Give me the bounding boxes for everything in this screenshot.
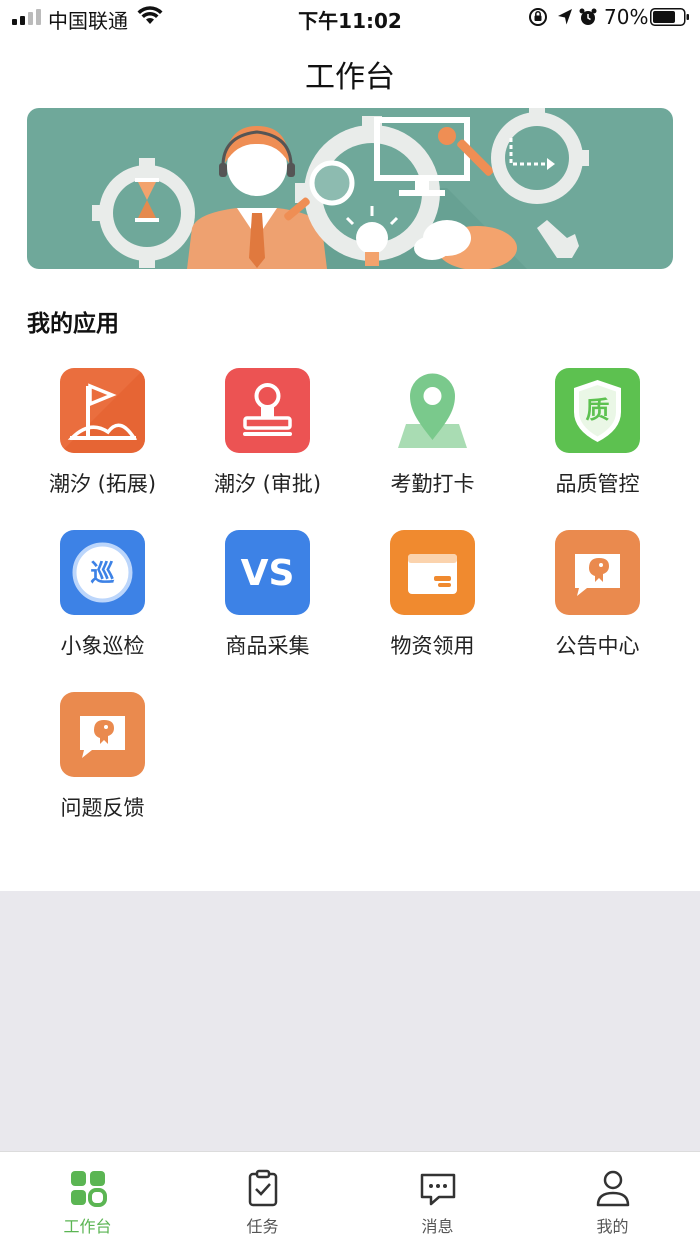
app-quality-control[interactable]: 质 品质管控	[515, 368, 680, 518]
wallet-box-icon	[390, 530, 475, 615]
tab-label: 消息	[421, 1217, 454, 1236]
app-feedback[interactable]: 问题反馈	[20, 692, 185, 842]
app-label: 品质管控	[555, 472, 640, 496]
gear-icon	[491, 108, 589, 204]
tab-label: 我的	[596, 1217, 629, 1236]
app-label: 潮汐 (拓展)	[48, 472, 157, 496]
app-label: 潮汐 (审批)	[213, 472, 322, 496]
status-indicators	[529, 8, 597, 26]
section-title-my-apps: 我的应用	[27, 311, 119, 337]
quality-shield-icon: 质	[555, 368, 640, 453]
rotation-lock-icon	[529, 8, 547, 26]
stamp-icon	[225, 368, 310, 453]
tab-tasks[interactable]: 任务	[175, 1152, 350, 1244]
dashboard-icon	[71, 1171, 107, 1207]
patrol-badge-text: 巡	[91, 559, 115, 587]
chat-bubble-icon	[420, 1173, 456, 1206]
battery-percent: 70%	[604, 5, 649, 29]
tab-mine[interactable]: 我的	[525, 1152, 700, 1244]
app-chaoxi-expand[interactable]: 潮汐 (拓展)	[20, 368, 185, 518]
hero-banner[interactable]	[27, 108, 673, 269]
page-title: 工作台	[305, 60, 395, 95]
location-arrow-icon	[558, 9, 572, 25]
vs-badge-text: VS	[241, 553, 295, 594]
patrol-icon: 巡	[60, 530, 145, 615]
flag-icon	[60, 368, 145, 453]
app-elephant-patrol[interactable]: 巡 小象巡检	[20, 530, 185, 680]
status-bar: 中国联通 下午11:02 70%	[0, 0, 700, 36]
app-label: 商品采集	[225, 634, 310, 658]
pointer-hand-icon	[537, 220, 579, 258]
app-attendance-checkin[interactable]: 考勤打卡	[350, 368, 515, 518]
banner-illustration	[92, 108, 589, 269]
elephant-message-icon	[555, 530, 640, 615]
app-label: 考勤打卡	[390, 472, 475, 496]
clipboard-check-icon	[248, 1169, 278, 1207]
bottom-tab-bar: 工作台 任务 消息 我的	[0, 1151, 700, 1244]
app-chaoxi-approval[interactable]: 潮汐 (审批)	[185, 368, 350, 518]
location-pin-icon	[390, 368, 475, 453]
tab-label: 任务	[246, 1217, 279, 1236]
elephant-message-icon	[60, 692, 145, 777]
app-material-requisition[interactable]: 物资领用	[350, 530, 515, 680]
app-label: 公告中心	[555, 634, 640, 658]
battery-icon	[650, 8, 689, 26]
tab-messages[interactable]: 消息	[350, 1152, 525, 1244]
empty-background-area	[0, 891, 700, 1151]
tab-label: 工作台	[63, 1217, 112, 1236]
shield-text: 质	[586, 396, 610, 424]
vs-icon: VS	[225, 530, 310, 615]
app-label: 小象巡检	[60, 634, 145, 658]
tab-workbench[interactable]: 工作台	[0, 1152, 175, 1244]
app-product-collection[interactable]: VS 商品采集	[185, 530, 350, 680]
alarm-icon	[579, 8, 597, 25]
person-icon	[596, 1170, 630, 1207]
app-label: 物资领用	[390, 634, 475, 658]
app-announcement-center[interactable]: 公告中心	[515, 530, 680, 680]
app-label: 问题反馈	[60, 796, 145, 820]
